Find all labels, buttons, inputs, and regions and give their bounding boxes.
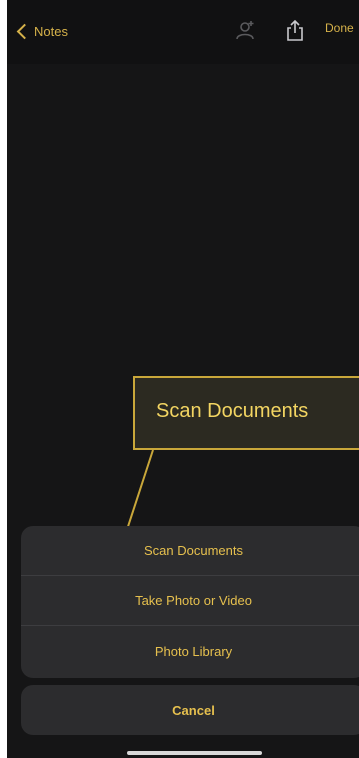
cancel-button[interactable]: Cancel xyxy=(21,685,359,735)
add-person-icon[interactable] xyxy=(233,18,257,42)
home-indicator xyxy=(127,751,262,755)
back-button[interactable]: Notes xyxy=(16,20,68,42)
notes-screen: Notes Done Scan Documents Scan Documents… xyxy=(7,0,359,758)
action-sheet: Scan Documents Take Photo or Video Photo… xyxy=(21,526,359,678)
back-label: Notes xyxy=(34,23,68,39)
done-button[interactable]: Done xyxy=(325,21,359,35)
share-icon[interactable] xyxy=(283,18,307,42)
callout-label: Scan Documents xyxy=(156,400,309,422)
scan-documents-callout: Scan Documents xyxy=(133,376,359,450)
navigation-bar: Notes Done xyxy=(7,0,359,64)
take-photo-or-video-option[interactable]: Take Photo or Video xyxy=(21,576,359,626)
chevron-left-icon xyxy=(16,23,33,40)
photo-library-option[interactable]: Photo Library xyxy=(21,626,359,676)
scan-documents-option[interactable]: Scan Documents xyxy=(21,526,359,576)
